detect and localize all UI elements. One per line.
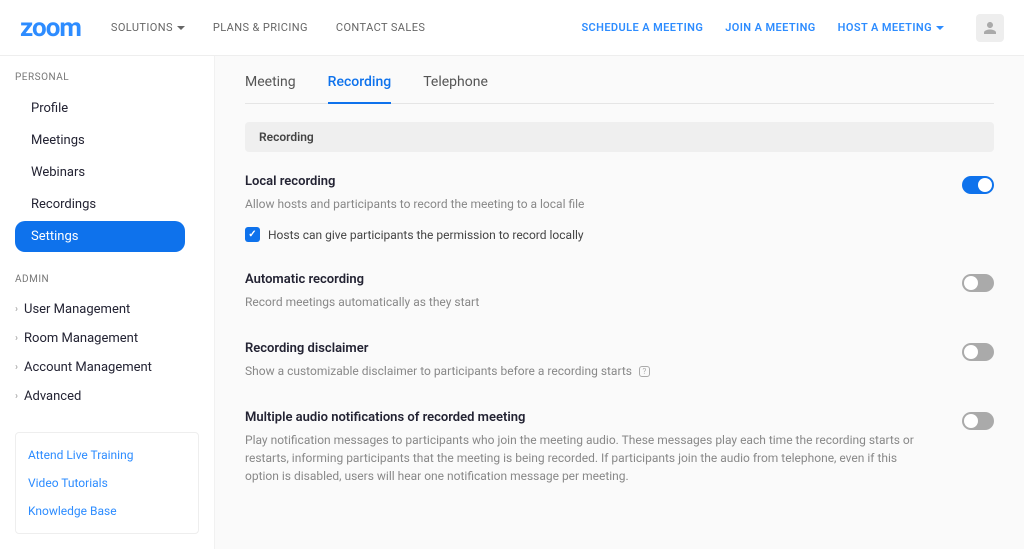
sidebar-item-profile[interactable]: Profile bbox=[15, 93, 185, 124]
setting-title: Multiple audio notifications of recorded… bbox=[245, 410, 922, 425]
sidebar-item-webinars[interactable]: Webinars bbox=[15, 157, 185, 188]
nav-right: SCHEDULE A MEETING JOIN A MEETING HOST A… bbox=[581, 14, 1004, 42]
setting-desc-text: Show a customizable disclaimer to partic… bbox=[245, 364, 632, 378]
setting-desc: Record meetings automatically as they st… bbox=[245, 293, 922, 311]
nav-left: SOLUTIONS PLANS & PRICING CONTACT SALES bbox=[111, 21, 425, 34]
setting-local-recording: Local recording Allow hosts and particip… bbox=[245, 174, 994, 242]
toggle-knob bbox=[964, 414, 978, 428]
caret-down-icon bbox=[936, 26, 944, 30]
caret-down-icon bbox=[177, 26, 185, 30]
setting-automatic-recording: Automatic recording Record meetings auto… bbox=[245, 272, 994, 311]
nav-schedule-meeting[interactable]: SCHEDULE A MEETING bbox=[581, 21, 703, 34]
setting-content: Local recording Allow hosts and particip… bbox=[245, 174, 962, 242]
tab-telephone[interactable]: Telephone bbox=[423, 74, 488, 104]
tab-meeting[interactable]: Meeting bbox=[245, 74, 296, 104]
layout: PERSONAL Profile Meetings Webinars Recor… bbox=[0, 56, 1024, 549]
sidebar-item-advanced[interactable]: › Advanced bbox=[15, 382, 199, 411]
tab-recording[interactable]: Recording bbox=[328, 74, 392, 104]
checkbox-label: Hosts can give participants the permissi… bbox=[268, 228, 584, 242]
sidebar-section-personal: PERSONAL bbox=[15, 72, 199, 83]
checkbox-checked-icon: ✓ bbox=[245, 227, 260, 242]
nav-solutions[interactable]: SOLUTIONS bbox=[111, 21, 185, 34]
setting-title: Automatic recording bbox=[245, 272, 922, 287]
nav-join-meeting[interactable]: JOIN A MEETING bbox=[725, 21, 815, 34]
sidebar-item-label: Account Management bbox=[24, 360, 152, 375]
chevron-right-icon: › bbox=[15, 304, 18, 315]
section-header-recording: Recording bbox=[245, 122, 994, 152]
nav-label: SOLUTIONS bbox=[111, 21, 173, 34]
setting-multiple-audio-notifications: Multiple audio notifications of recorded… bbox=[245, 410, 994, 485]
toggle-knob bbox=[978, 178, 992, 192]
nav-label: HOST A MEETING bbox=[838, 21, 932, 34]
toggle-knob bbox=[964, 276, 978, 290]
setting-title: Recording disclaimer bbox=[245, 341, 922, 356]
sidebar-item-label: Room Management bbox=[24, 331, 138, 346]
chevron-right-icon: › bbox=[15, 391, 18, 402]
nav-host-meeting[interactable]: HOST A MEETING bbox=[838, 21, 944, 34]
sidebar-admin-items: › User Management › Room Management › Ac… bbox=[15, 295, 199, 411]
setting-content: Automatic recording Record meetings auto… bbox=[245, 272, 962, 311]
help-box: Attend Live Training Video Tutorials Kno… bbox=[15, 432, 199, 534]
checkbox-hosts-permission[interactable]: ✓ Hosts can give participants the permis… bbox=[245, 227, 922, 242]
main: Meeting Recording Telephone Recording Lo… bbox=[215, 56, 1024, 549]
zoom-logo[interactable]: zoom bbox=[20, 13, 81, 43]
sidebar-item-label: User Management bbox=[24, 302, 130, 317]
setting-content: Multiple audio notifications of recorded… bbox=[245, 410, 962, 485]
nav-contact-sales[interactable]: CONTACT SALES bbox=[336, 21, 425, 34]
chevron-right-icon: › bbox=[15, 362, 18, 373]
toggle-knob bbox=[964, 345, 978, 359]
toggle-local-recording[interactable] bbox=[962, 176, 994, 194]
nav-plans-pricing[interactable]: PLANS & PRICING bbox=[213, 21, 308, 34]
sidebar: PERSONAL Profile Meetings Webinars Recor… bbox=[0, 56, 215, 549]
setting-desc: Show a customizable disclaimer to partic… bbox=[245, 362, 922, 380]
sidebar-item-room-management[interactable]: › Room Management bbox=[15, 324, 199, 353]
info-icon[interactable]: ? bbox=[639, 366, 650, 377]
sidebar-item-recordings[interactable]: Recordings bbox=[15, 189, 185, 220]
help-knowledge-base[interactable]: Knowledge Base bbox=[28, 504, 186, 518]
sidebar-section-admin: ADMIN bbox=[15, 274, 199, 285]
sidebar-item-user-management[interactable]: › User Management bbox=[15, 295, 199, 324]
toggle-multiple-audio-notifications[interactable] bbox=[962, 412, 994, 430]
sidebar-item-meetings[interactable]: Meetings bbox=[15, 125, 185, 156]
setting-desc: Play notification messages to participan… bbox=[245, 431, 922, 485]
sidebar-item-account-management[interactable]: › Account Management bbox=[15, 353, 199, 382]
tabs: Meeting Recording Telephone bbox=[245, 74, 994, 104]
header: zoom SOLUTIONS PLANS & PRICING CONTACT S… bbox=[0, 0, 1024, 56]
setting-content: Recording disclaimer Show a customizable… bbox=[245, 341, 962, 380]
person-icon bbox=[981, 19, 999, 37]
help-attend-live-training[interactable]: Attend Live Training bbox=[28, 448, 186, 462]
setting-title: Local recording bbox=[245, 174, 922, 189]
toggle-automatic-recording[interactable] bbox=[962, 274, 994, 292]
user-avatar[interactable] bbox=[976, 14, 1004, 42]
setting-recording-disclaimer: Recording disclaimer Show a customizable… bbox=[245, 341, 994, 380]
chevron-right-icon: › bbox=[15, 333, 18, 344]
sidebar-item-label: Advanced bbox=[24, 389, 81, 404]
setting-desc: Allow hosts and participants to record t… bbox=[245, 195, 922, 213]
toggle-recording-disclaimer[interactable] bbox=[962, 343, 994, 361]
sidebar-personal-items: Profile Meetings Webinars Recordings Set… bbox=[15, 93, 199, 252]
sidebar-item-settings[interactable]: Settings bbox=[15, 221, 185, 252]
help-video-tutorials[interactable]: Video Tutorials bbox=[28, 476, 186, 490]
